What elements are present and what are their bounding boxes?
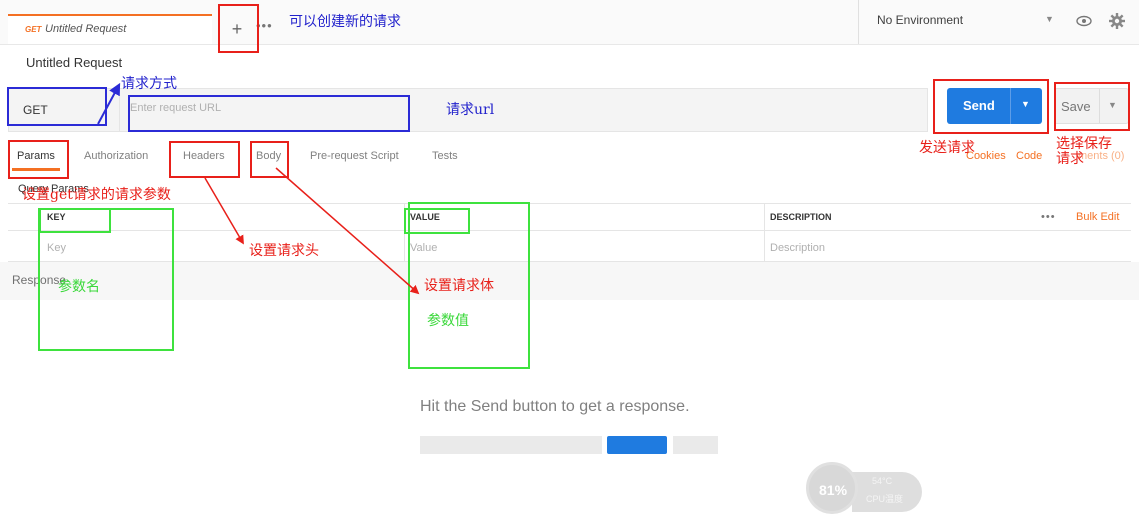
arrow-method bbox=[97, 82, 121, 125]
arrow-headers bbox=[204, 177, 244, 245]
annotation-arrows bbox=[97, 82, 420, 295]
arrow-body bbox=[275, 167, 420, 295]
